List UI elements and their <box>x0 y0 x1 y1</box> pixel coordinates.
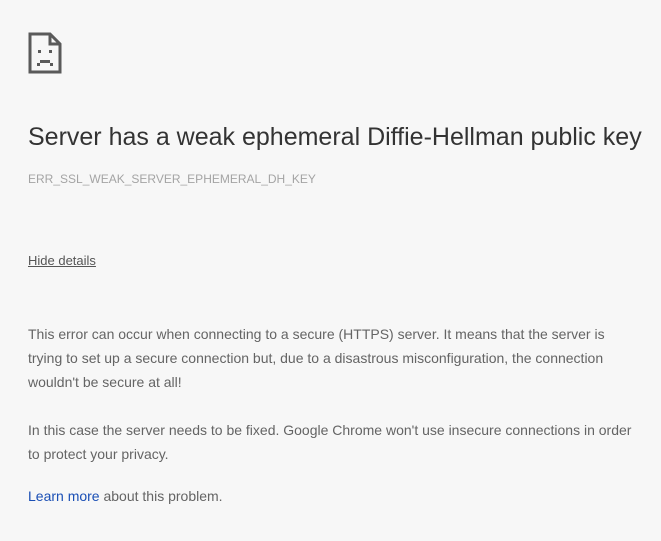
sad-page-icon <box>28 32 62 74</box>
error-resolution: In this case the server needs to be fixe… <box>28 422 632 462</box>
learn-more-link[interactable]: Learn more <box>28 488 100 504</box>
learn-more-line: Learn more about this problem. <box>28 484 638 508</box>
hide-details-link[interactable]: Hide details <box>28 252 96 270</box>
error-title: Server has a weak ephemeral Diffie-Hellm… <box>28 123 642 151</box>
learn-more-suffix: about this problem. <box>99 488 223 504</box>
error-page: Server has a weak ephemeral Diffie-Hellm… <box>0 0 661 541</box>
error-explanation: This error can occur when connecting to … <box>28 326 605 390</box>
error-code: ERR_SSL_WEAK_SERVER_EPHEMERAL_DH_KEY <box>28 172 316 186</box>
